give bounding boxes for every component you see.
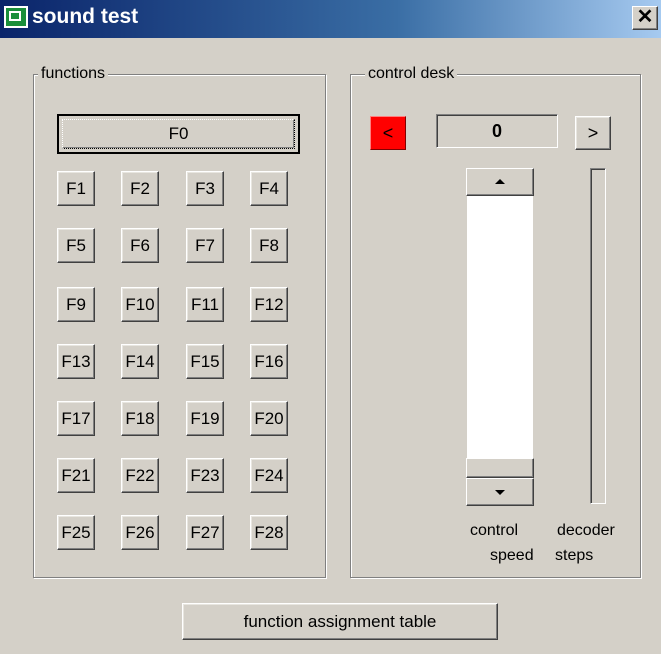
function-button-f6[interactable]: F6	[121, 228, 159, 263]
function-button-f14[interactable]: F14	[121, 344, 159, 379]
function-button-label: F5	[66, 235, 86, 255]
function-button-f16[interactable]: F16	[250, 344, 288, 379]
function-button-f13[interactable]: F13	[57, 344, 95, 379]
function-button-f1[interactable]: F1	[57, 171, 95, 206]
scroll-up-button[interactable]	[466, 168, 534, 196]
speed-scroll-thumb[interactable]	[466, 458, 534, 478]
forward-direction-button[interactable]: >	[575, 116, 611, 150]
function-button-f2[interactable]: F2	[121, 171, 159, 206]
function-button-f7[interactable]: F7	[186, 228, 224, 263]
scroll-down-icon	[495, 490, 505, 495]
control-label: control	[470, 522, 519, 539]
function-button-label: F27	[190, 522, 220, 542]
close-icon: ✕	[636, 6, 654, 28]
function-button-f22[interactable]: F22	[121, 458, 159, 493]
function-button-label: F1	[66, 178, 86, 198]
title-bar: sound test ✕	[0, 0, 661, 38]
function-button-f18[interactable]: F18	[121, 401, 159, 436]
function-button-label: F16	[254, 351, 284, 371]
f0-button[interactable]: F0	[57, 114, 300, 154]
function-button-label: F21	[61, 465, 91, 485]
function-button-f28[interactable]: F28	[250, 515, 288, 550]
function-button-f9[interactable]: F9	[57, 287, 95, 322]
function-button-label: F8	[259, 235, 279, 255]
function-button-f8[interactable]: F8	[250, 228, 288, 263]
function-button-label: F2	[130, 178, 150, 198]
window-title: sound test	[32, 5, 139, 28]
function-button-f26[interactable]: F26	[121, 515, 159, 550]
function-button-label: F26	[125, 522, 155, 542]
function-button-f15[interactable]: F15	[186, 344, 224, 379]
function-button-f17[interactable]: F17	[57, 401, 95, 436]
function-button-f3[interactable]: F3	[186, 171, 224, 206]
function-button-f4[interactable]: F4	[250, 171, 288, 206]
function-button-label: F19	[190, 408, 220, 428]
function-button-label: F11	[190, 294, 220, 314]
function-button-f20[interactable]: F20	[250, 401, 288, 436]
chevron-left-icon: <	[382, 122, 394, 143]
function-button-f19[interactable]: F19	[186, 401, 224, 436]
speed-label: speed	[490, 547, 534, 564]
function-button-label: F10	[125, 294, 155, 314]
scroll-up-icon	[495, 179, 505, 184]
speed-display: 0	[436, 114, 558, 148]
function-button-label: F17	[61, 408, 91, 428]
function-button-f24[interactable]: F24	[250, 458, 288, 493]
speed-scrollbar[interactable]	[466, 168, 534, 506]
function-button-label: F20	[254, 408, 284, 428]
chevron-right-icon: >	[587, 122, 599, 143]
function-button-label: F24	[254, 465, 284, 485]
speed-value: 0	[491, 120, 502, 141]
function-assignment-table-button[interactable]: function assignment table	[182, 603, 498, 640]
function-button-label: F3	[195, 178, 215, 198]
function-button-label: F6	[130, 235, 150, 255]
function-button-label: F13	[61, 351, 91, 371]
function-button-label: F22	[125, 465, 155, 485]
decoder-steps-bar	[590, 168, 606, 504]
function-button-label: F9	[66, 294, 86, 314]
close-button[interactable]: ✕	[632, 6, 658, 30]
function-button-label: F18	[125, 408, 155, 428]
function-button-label: F25	[61, 522, 91, 542]
function-button-label: F12	[254, 294, 284, 314]
function-button-f12[interactable]: F12	[250, 287, 288, 322]
function-button-f11[interactable]: F11	[186, 287, 224, 322]
scroll-down-button[interactable]	[466, 478, 534, 506]
decoder-label: decoder	[557, 522, 615, 539]
function-button-label: F23	[190, 465, 220, 485]
app-icon	[4, 6, 28, 28]
function-assignment-table-label: function assignment table	[243, 611, 437, 631]
function-button-label: F14	[125, 351, 155, 371]
steps-label: steps	[555, 547, 594, 564]
f0-label: F0	[168, 124, 189, 143]
function-button-f21[interactable]: F21	[57, 458, 95, 493]
function-button-f23[interactable]: F23	[186, 458, 224, 493]
function-button-label: F7	[195, 235, 215, 255]
functions-legend: functions	[38, 64, 109, 84]
function-button-label: F15	[190, 351, 220, 371]
reverse-direction-button[interactable]: <	[370, 116, 406, 150]
function-button-f25[interactable]: F25	[57, 515, 95, 550]
function-button-f5[interactable]: F5	[57, 228, 95, 263]
function-button-label: F28	[254, 522, 284, 542]
function-button-f27[interactable]: F27	[186, 515, 224, 550]
function-button-label: F4	[259, 178, 279, 198]
control-desk-legend: control desk	[365, 64, 458, 84]
function-button-f10[interactable]: F10	[121, 287, 159, 322]
